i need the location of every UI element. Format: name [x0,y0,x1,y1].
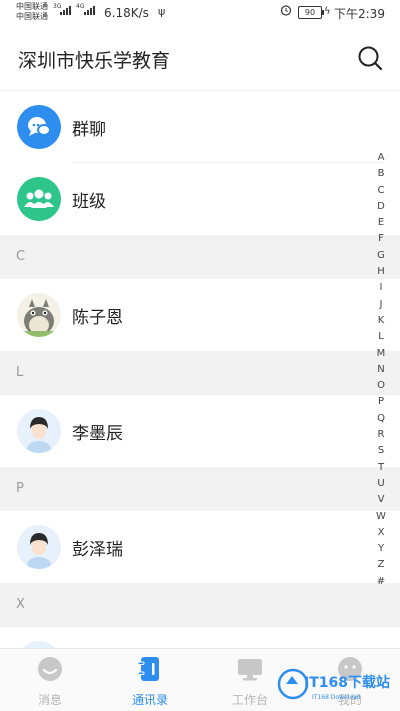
contact-list: 群聊 班级 C 陈子恩 L 李墨辰 P 彭泽瑞 X [0,91,400,699]
section-header-x: X [0,583,400,627]
index-letter[interactable]: B [378,166,385,182]
tab-contacts[interactable]: 通讯录 [110,655,190,708]
search-icon[interactable] [356,44,384,72]
tab-messages[interactable]: 消息 [10,655,90,708]
list-item-label: 群聊 [72,120,106,140]
section-header-p: P [0,467,400,511]
contacts-book-icon [137,657,159,681]
monitor-icon [238,659,262,681]
index-letter[interactable]: W [376,509,386,525]
watermark-subtext: IT168 Download [312,694,361,701]
index-letter[interactable]: G [377,248,385,264]
index-letter[interactable]: A [378,150,385,166]
index-letter[interactable]: P [378,394,384,410]
status-bar: 中国联通 中国联通 3G 4G 6.18K/s ψ 90 ϟ 下午2:39 [0,0,400,28]
index-letter[interactable]: V [378,492,385,508]
alphabet-index[interactable]: A B C D E F G H I J K L M N O P Q R S T U V W X Y Z # [374,150,388,590]
battery-indicator: 90 [298,6,324,19]
list-item-contact[interactable]: 陈子恩 [0,279,400,351]
index-letter[interactable]: E [378,215,384,231]
index-letter[interactable]: N [377,362,384,378]
avatar-boy [17,525,61,569]
index-letter[interactable]: K [378,313,385,329]
avatar-boy [17,409,61,453]
clock: 下午2:39 [334,7,385,21]
signal-icon-2 [84,6,95,15]
index-letter[interactable]: Q [377,411,385,427]
class-icon [17,177,61,221]
index-letter[interactable]: H [377,264,385,280]
page-title: 深圳市快乐学教育 [18,50,171,72]
carrier-2: 中国联通 [16,12,48,21]
index-letter[interactable]: # [377,574,385,590]
group-chat-icon [17,105,61,149]
index-letter[interactable]: R [378,427,385,443]
index-letter[interactable]: U [377,476,384,492]
index-letter[interactable]: J [380,297,383,313]
tab-label: 消息 [37,693,62,707]
alarm-icon [280,5,292,16]
carrier-labels: 中国联通 中国联通 [16,2,48,22]
section-header-l: L [0,351,400,395]
index-letter[interactable]: C [378,183,385,199]
section-header-c: C [0,235,400,279]
section-letter: L [16,365,24,380]
charging-icon: ϟ [324,6,331,17]
list-item-label: 班级 [72,192,106,212]
list-item-contact[interactable]: 李墨辰 [0,395,400,467]
index-letter[interactable]: L [378,329,384,345]
index-letter[interactable]: Z [378,557,385,573]
index-letter[interactable]: S [378,443,384,459]
index-letter[interactable]: M [377,346,386,362]
watermark-logo: IT168下载站 IT168 Download [277,668,390,701]
list-item-class[interactable]: 班级 [0,163,400,235]
section-letter: C [16,249,26,264]
section-letter: X [16,597,25,612]
index-letter[interactable]: D [377,199,385,215]
tab-label: 通讯录 [131,693,168,707]
avatar-totoro [17,293,61,337]
messages-icon [38,657,62,681]
contact-name: 李墨辰 [72,424,123,444]
carrier-1: 中国联通 [16,2,48,11]
usb-icon: ψ [158,5,166,18]
index-letter[interactable]: I [380,280,383,296]
bottom-tab-bar: 消息 通讯录 工作台 我的 IT168下载站 IT168 Download [0,648,400,711]
section-letter: P [16,481,24,496]
watermark-text: IT168下载站 [304,674,390,691]
signal-icon [60,6,71,15]
index-letter[interactable]: O [377,378,385,394]
index-letter[interactable]: F [378,231,384,247]
index-letter[interactable]: X [378,525,385,541]
list-item-contact[interactable]: 彭泽瑞 [0,511,400,583]
index-letter[interactable]: Y [378,541,384,557]
contact-name: 彭泽瑞 [72,540,123,560]
contact-name: 陈子恩 [72,308,123,328]
app-header: 深圳市快乐学教育 [0,28,400,91]
network-speed: 6.18K/s [104,6,149,20]
list-item-group-chat[interactable]: 群聊 [0,91,400,163]
index-letter[interactable]: T [378,460,384,476]
